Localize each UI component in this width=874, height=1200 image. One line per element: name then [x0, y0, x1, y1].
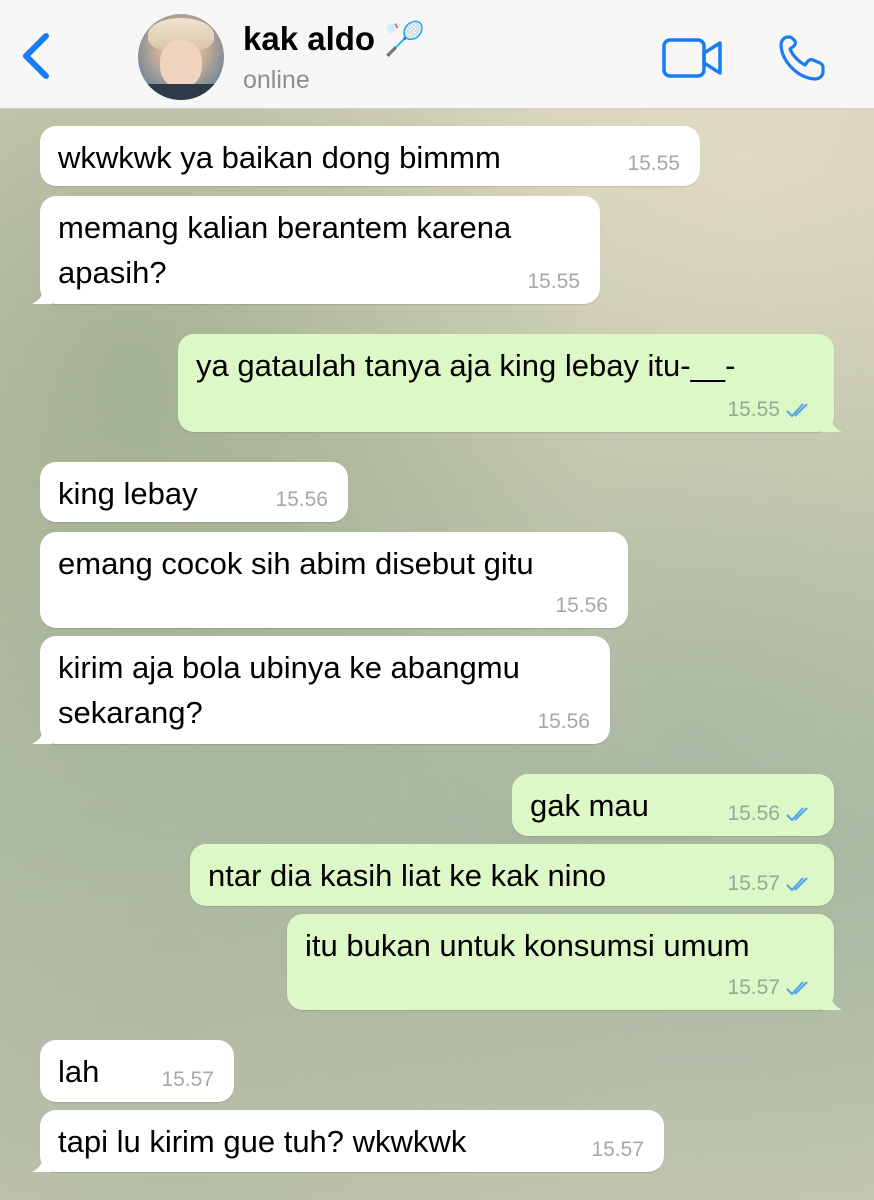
- bubble-tail: [822, 412, 842, 432]
- bubble-tail: [822, 990, 842, 1010]
- message-text: king lebay: [58, 476, 198, 511]
- back-button[interactable]: [14, 30, 58, 82]
- message-text: itu bukan untuk konsumsi umum: [305, 928, 750, 963]
- double-check-icon: [786, 807, 808, 822]
- message-bubble-incoming[interactable]: wkwkwk ya baikan dong bimmm 15.55: [40, 126, 700, 186]
- contact-avatar[interactable]: [138, 14, 224, 100]
- message-text-line: apasih?: [58, 255, 167, 290]
- message-time: 15.56: [275, 488, 328, 511]
- video-call-button[interactable]: [662, 38, 724, 78]
- bubble-tail: [32, 1152, 52, 1172]
- message-time: 15.57: [591, 1138, 644, 1161]
- message-text-line: kirim aja bola ubinya ke abangmu: [58, 650, 520, 685]
- message-bubble-outgoing[interactable]: gak mau 15.56: [512, 774, 834, 836]
- chevron-left-icon: [23, 33, 49, 79]
- message-bubble-outgoing[interactable]: ya gataulah tanya aja king lebay itu-__-…: [178, 334, 842, 432]
- message-bubble-incoming[interactable]: king lebay 15.56: [40, 462, 348, 522]
- message-text-line: sekarang?: [58, 695, 203, 730]
- message-bubble-incoming[interactable]: emang cocok sih abim disebut gitu 15.56: [40, 532, 628, 628]
- message-bubble-incoming[interactable]: memang kalian berantem karena apasih? 15…: [32, 196, 600, 304]
- message-time: 15.57: [161, 1068, 214, 1091]
- message-time: 15.57: [727, 976, 780, 999]
- message-bubble-incoming[interactable]: tapi lu kirim gue tuh? wkwkwk 15.57: [32, 1110, 664, 1172]
- message-bubble-outgoing[interactable]: itu bukan untuk konsumsi umum 15.57: [287, 914, 842, 1010]
- message-text-line: memang kalian berantem karena: [58, 210, 512, 245]
- message-bubble-incoming[interactable]: lah 15.57: [40, 1040, 234, 1102]
- message-time: 15.55: [527, 270, 580, 293]
- double-check-icon: [786, 403, 808, 418]
- phone-icon: [779, 35, 825, 81]
- contact-name[interactable]: kak aldo 🏸: [243, 20, 425, 59]
- message-text: emang cocok sih abim disebut gitu: [58, 546, 534, 581]
- chat-header: kak aldo 🏸 online: [0, 0, 874, 109]
- video-camera-icon: [662, 38, 722, 78]
- message-time: 15.56: [555, 594, 608, 617]
- double-check-icon: [786, 981, 808, 996]
- message-bubble-incoming[interactable]: kirim aja bola ubinya ke abangmu sekaran…: [32, 636, 610, 744]
- message-bubble-outgoing[interactable]: ntar dia kasih liat ke kak nino 15.57: [190, 844, 834, 906]
- message-time: 15.55: [727, 398, 780, 421]
- message-time: 15.55: [627, 152, 680, 175]
- message-text: gak mau: [530, 788, 649, 823]
- contact-status: online: [243, 66, 310, 94]
- message-text: ya gataulah tanya aja king lebay itu-__-: [196, 348, 736, 383]
- bubble-tail: [32, 284, 52, 304]
- double-check-icon: [786, 877, 808, 892]
- message-time: 15.57: [727, 872, 780, 895]
- bubble-tail: [32, 724, 52, 744]
- voice-call-button[interactable]: [778, 34, 828, 82]
- message-text: lah: [58, 1054, 100, 1089]
- message-time: 15.56: [727, 802, 780, 825]
- message-time: 15.56: [537, 710, 590, 733]
- message-text: ntar dia kasih liat ke kak nino: [208, 858, 607, 893]
- message-text: wkwkwk ya baikan dong bimmm: [58, 140, 501, 175]
- message-text: tapi lu kirim gue tuh? wkwkwk: [58, 1124, 467, 1159]
